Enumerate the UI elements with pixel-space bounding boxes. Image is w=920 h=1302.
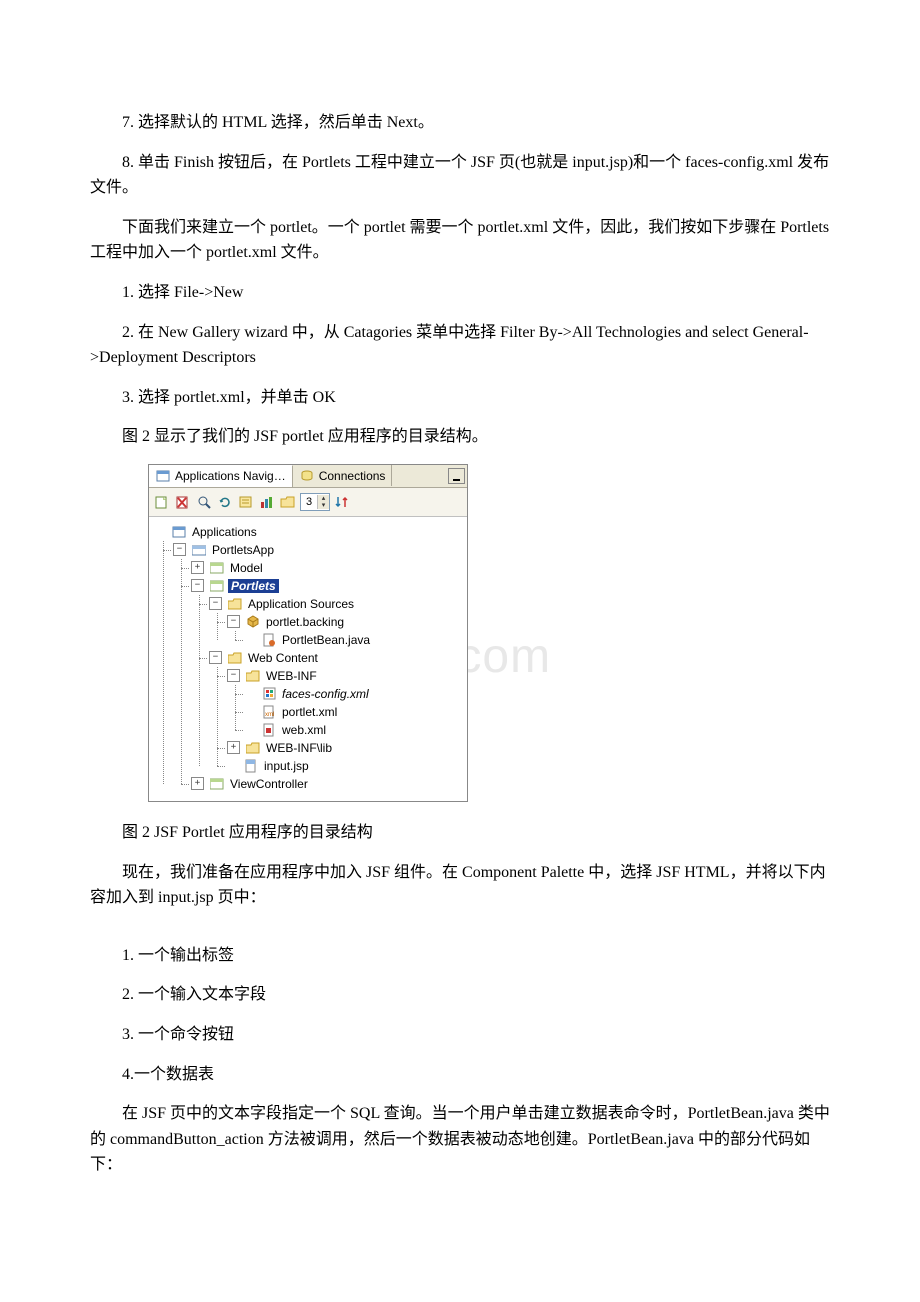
navigator-panel-wrapper: bdocx.com Applications Navig… Connection…: [90, 464, 830, 802]
paragraph-step-1: 1. 选择 File->New: [90, 280, 830, 306]
navigator-icon: [155, 469, 171, 483]
toolbar-refresh-icon[interactable]: [216, 493, 234, 511]
navigator-toolbar: 3 ▴▾: [149, 488, 467, 517]
tree-label: PortletBean.java: [280, 633, 372, 647]
tree-label: faces-config.xml: [280, 687, 371, 701]
tree-label: portlet.xml: [280, 705, 339, 719]
project-icon: [209, 777, 225, 791]
tree-node-portlets[interactable]: − Portlets: [191, 577, 463, 595]
applications-root-icon: [171, 525, 187, 539]
paragraph-jsf-components: 现在，我们准备在应用程序中加入 JSF 组件。在 Component Palet…: [90, 860, 830, 911]
tree-root-applications[interactable]: Applications: [155, 523, 463, 541]
collapse-icon[interactable]: −: [209, 651, 222, 664]
navigator-tree: Applications − PortletsApp: [149, 517, 467, 801]
tree-label: PortletsApp: [210, 543, 276, 557]
minimize-button[interactable]: [448, 468, 465, 484]
toolbar-level-stepper[interactable]: 3 ▴▾: [300, 493, 330, 511]
applications-navigator-panel: Applications Navig… Connections: [148, 464, 468, 802]
expand-icon[interactable]: +: [191, 777, 204, 790]
collapse-icon[interactable]: −: [227, 669, 240, 682]
xml-config-icon: [261, 687, 277, 701]
tree-label: web.xml: [280, 723, 328, 737]
java-file-icon: [261, 633, 277, 647]
toolbar-folder-icon[interactable]: [279, 493, 297, 511]
paragraph-step-7: 7. 选择默认的 HTML 选择，然后单击 Next。: [90, 110, 830, 136]
tree-label: portlet.backing: [264, 615, 346, 629]
toolbar-search-icon[interactable]: [195, 493, 213, 511]
tree-node-web-inf-lib[interactable]: + WEB-INF\lib: [227, 739, 463, 757]
collapse-icon[interactable]: −: [209, 597, 222, 610]
paragraph-step-2: 2. 在 New Gallery wizard 中，从 Catagories 菜…: [90, 320, 830, 371]
expand-icon[interactable]: +: [227, 741, 240, 754]
tree-node-portlet-xml[interactable]: xml portlet.xml: [245, 703, 463, 721]
toolbar-delete-icon[interactable]: [174, 493, 192, 511]
expand-icon[interactable]: +: [191, 561, 204, 574]
tree-node-faces-config[interactable]: faces-config.xml: [245, 685, 463, 703]
list-item-4: 4.一个数据表: [90, 1062, 830, 1088]
stepper-value: 3: [301, 495, 317, 509]
package-icon: [245, 615, 261, 629]
tree-node-portlet-backing[interactable]: − portlet.backing: [227, 613, 463, 631]
tree-node-viewcontroller[interactable]: + ViewController: [191, 775, 463, 793]
svg-text:xml: xml: [265, 712, 274, 718]
tree-label: Web Content: [246, 651, 320, 665]
project-icon: [209, 579, 225, 593]
folder-icon: [245, 741, 261, 755]
list-item-3: 3. 一个命令按钮: [90, 1022, 830, 1048]
xml-file-icon: xml: [261, 705, 277, 719]
stepper-up-icon[interactable]: ▴: [318, 495, 329, 502]
toolbar-new-icon[interactable]: [153, 493, 171, 511]
tree-label: Applications: [190, 525, 259, 539]
tree-node-web-content[interactable]: − Web Content: [209, 649, 463, 667]
list-item-2: 2. 一个输入文本字段: [90, 982, 830, 1008]
toolbar-chart-icon[interactable]: [258, 493, 276, 511]
tree-label: Model: [228, 561, 265, 575]
tab-label: Connections: [319, 469, 386, 483]
paragraph-fig2-intro: 图 2 显示了我们的 JSF portlet 应用程序的目录结构。: [90, 424, 830, 450]
tree-node-web-inf[interactable]: − WEB-INF: [227, 667, 463, 685]
tree-label: Application Sources: [246, 597, 356, 611]
paragraph-step-3: 3. 选择 portlet.xml，并单击 OK: [90, 385, 830, 411]
paragraph-sql-desc: 在 JSF 页中的文本字段指定一个 SQL 查询。当一个用户单击建立数据表命令时…: [90, 1101, 830, 1178]
tree-node-web-xml[interactable]: web.xml: [245, 721, 463, 739]
tree-label: WEB-INF: [264, 669, 319, 683]
jsp-file-icon: [243, 759, 259, 773]
figure-2-caption: 图 2 JSF Portlet 应用程序的目录结构: [90, 820, 830, 846]
folder-icon: [227, 597, 243, 611]
tree-node-model[interactable]: + Model: [191, 559, 463, 577]
tree-label: input.jsp: [262, 759, 311, 773]
tree-node-portletsapp[interactable]: − PortletsApp: [173, 541, 463, 559]
toolbar-sort-icon[interactable]: [333, 493, 351, 511]
folder-icon: [245, 669, 261, 683]
workspace-icon: [191, 543, 207, 557]
list-item-1: 1. 一个输出标签: [90, 943, 830, 969]
tree-node-input-jsp[interactable]: input.jsp: [227, 757, 463, 775]
folder-icon: [227, 651, 243, 665]
paragraph-intro-portlet: 下面我们来建立一个 portlet。一个 portlet 需要一个 portle…: [90, 215, 830, 266]
navigator-tab-bar: Applications Navig… Connections: [149, 465, 467, 488]
collapse-icon[interactable]: −: [227, 615, 240, 628]
tree-label: ViewController: [228, 777, 310, 791]
tab-applications-navigator[interactable]: Applications Navig…: [149, 465, 293, 487]
web-xml-icon: [261, 723, 277, 737]
tab-label: Applications Navig…: [175, 469, 286, 483]
tab-connections[interactable]: Connections: [293, 465, 393, 486]
stepper-down-icon[interactable]: ▾: [318, 502, 329, 509]
tree-label: WEB-INF\lib: [264, 741, 334, 755]
project-icon: [209, 561, 225, 575]
tree-node-application-sources[interactable]: − Application Sources: [209, 595, 463, 613]
tree-label-selected: Portlets: [228, 579, 279, 593]
tree-node-portletbean-java[interactable]: PortletBean.java: [245, 631, 463, 649]
paragraph-step-8: 8. 单击 Finish 按钮后，在 Portlets 工程中建立一个 JSF …: [90, 150, 830, 201]
toolbar-filter-icon[interactable]: [237, 493, 255, 511]
collapse-icon[interactable]: −: [191, 579, 204, 592]
connections-icon: [299, 469, 315, 483]
collapse-icon[interactable]: −: [173, 543, 186, 556]
